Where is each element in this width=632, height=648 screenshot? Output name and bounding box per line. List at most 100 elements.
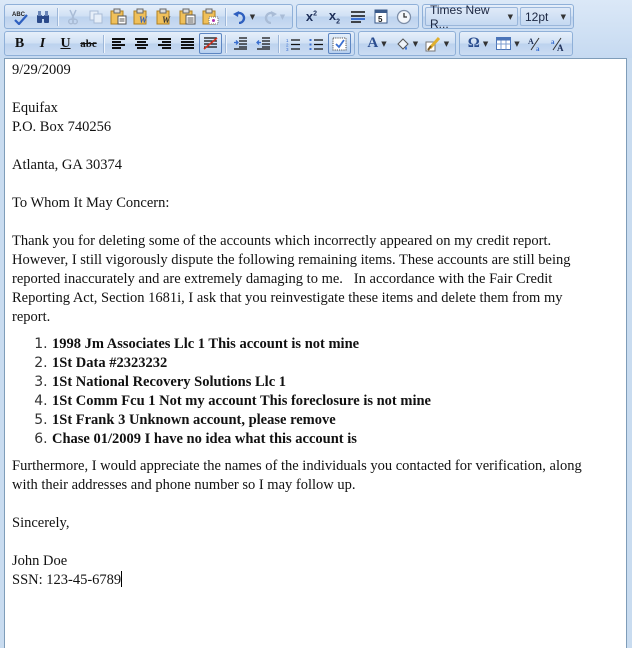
paragraph-styles-button[interactable] bbox=[328, 33, 351, 54]
text-direction-rtl-icon: aA bbox=[551, 37, 564, 52]
toolbar-row-1: ABC W W ▼ ▼ x2 x2 5 Times New R... ▼ 12p… bbox=[4, 3, 574, 31]
list-item: 1St Comm Fcu 1 Not my account This forec… bbox=[52, 392, 626, 411]
align-right-icon bbox=[158, 38, 171, 49]
cut-button[interactable] bbox=[61, 6, 84, 27]
recipient-address: P.O. Box 740256 bbox=[12, 119, 112, 135]
separator bbox=[103, 34, 104, 53]
spellcheck-button[interactable]: ABC bbox=[8, 6, 31, 27]
copy-button[interactable] bbox=[84, 6, 107, 27]
redo-button[interactable]: ▼ bbox=[259, 6, 289, 27]
font-group: Times New R... ▼ 12pt ▼ bbox=[422, 3, 574, 31]
body-paragraph-2: Furthermore, I would appreciate the name… bbox=[12, 458, 582, 493]
disputed-items-list: 1998 Jm Associates Llc 1 This account is… bbox=[12, 335, 626, 449]
signature-name: John Doe bbox=[12, 553, 68, 569]
paste-from-word-button[interactable]: W bbox=[130, 6, 153, 27]
align-right-button[interactable] bbox=[153, 33, 176, 54]
horizontal-rule-button[interactable] bbox=[346, 6, 369, 27]
special-characters-button[interactable]: Ω ▼ bbox=[463, 33, 493, 54]
numbered-list-button[interactable]: 123 bbox=[282, 33, 305, 54]
chevron-down-icon: ▼ bbox=[279, 12, 286, 21]
undo-icon bbox=[232, 10, 245, 24]
subscript-button[interactable]: x2 bbox=[323, 6, 346, 27]
align-left-button[interactable] bbox=[107, 33, 130, 54]
subscript-icon: x2 bbox=[328, 7, 341, 26]
separator bbox=[225, 34, 226, 53]
align-center-icon bbox=[135, 38, 148, 49]
svg-text:3: 3 bbox=[286, 47, 289, 51]
paste-html-icon: W bbox=[156, 8, 171, 25]
font-size-select[interactable]: 12pt ▼ bbox=[520, 7, 571, 26]
list-item: 1St Data #2323232 bbox=[52, 354, 626, 373]
underline-button[interactable]: U bbox=[54, 33, 77, 54]
svg-text:5: 5 bbox=[378, 15, 383, 24]
document-editor[interactable]: 9/29/2009 Equifax P.O. Box 740256 Atlant… bbox=[4, 58, 627, 648]
paste-button[interactable] bbox=[107, 6, 130, 27]
text-direction-ltr-icon: Aa bbox=[528, 37, 540, 52]
font-name-value: Times New R... bbox=[430, 2, 490, 31]
align-none-button[interactable] bbox=[199, 33, 222, 54]
insert-table-button[interactable]: ▼ bbox=[493, 33, 523, 54]
paste-word-icon: W bbox=[133, 8, 148, 25]
outdent-button[interactable] bbox=[252, 33, 275, 54]
format-block-icon bbox=[332, 37, 347, 50]
closing: Sincerely, bbox=[12, 515, 70, 531]
list-item: 1St National Recovery Solutions Llc 1 bbox=[52, 373, 626, 392]
indent-button[interactable] bbox=[229, 33, 252, 54]
text-cursor bbox=[121, 571, 123, 587]
undo-button[interactable]: ▼ bbox=[229, 6, 259, 27]
italic-button[interactable]: I bbox=[31, 33, 54, 54]
recipient-city-state-zip: Atlanta, GA 30374 bbox=[12, 157, 122, 173]
paste-icon bbox=[110, 8, 126, 25]
background-color-button[interactable]: ▼ bbox=[392, 33, 422, 54]
outdent-icon bbox=[256, 37, 270, 50]
paste-as-html-button[interactable]: W bbox=[153, 6, 176, 27]
svg-text:a: a bbox=[551, 38, 555, 46]
separator bbox=[225, 7, 226, 26]
insert-date-button[interactable]: 5 bbox=[369, 6, 392, 27]
copy-icon bbox=[89, 10, 102, 23]
bold-button[interactable]: B bbox=[8, 33, 31, 54]
separator bbox=[57, 7, 58, 26]
svg-text:A: A bbox=[557, 43, 564, 52]
insert-group: x2 x2 5 bbox=[296, 4, 419, 29]
underline-icon: U bbox=[60, 35, 71, 51]
calendar-icon: 5 bbox=[374, 9, 387, 24]
insert-time-button[interactable] bbox=[392, 6, 415, 27]
indent-icon bbox=[234, 37, 247, 50]
formatting-group: B I U abc 1 2 3 bbox=[4, 31, 355, 56]
list-item: Chase 01/2009 I have no idea what this a… bbox=[52, 430, 626, 449]
clear-format-button[interactable]: ▼ bbox=[422, 33, 452, 54]
bulleted-list-button[interactable] bbox=[305, 33, 328, 54]
paint-bucket-icon bbox=[397, 37, 409, 50]
paste-plain-text-button[interactable] bbox=[176, 6, 199, 27]
strikethrough-button[interactable]: abc bbox=[77, 33, 100, 54]
font-color-button[interactable]: A ▼ bbox=[362, 33, 392, 54]
svg-text:W: W bbox=[162, 15, 171, 25]
find-button[interactable] bbox=[31, 6, 54, 27]
ssn-line: SSN: 123-45-6789 bbox=[12, 571, 626, 590]
insert-objects-group: Ω ▼ ▼ Aa aA bbox=[459, 31, 573, 56]
editor-toolbar: ABC W W ▼ ▼ x2 x2 5 Times New R... ▼ 12p… bbox=[0, 0, 632, 58]
chevron-down-icon: ▼ bbox=[560, 12, 566, 21]
chevron-down-icon: ▼ bbox=[507, 12, 513, 21]
paste-text-icon bbox=[179, 8, 195, 25]
chevron-down-icon: ▼ bbox=[482, 39, 489, 48]
font-name-select[interactable]: Times New R... ▼ bbox=[425, 3, 518, 31]
convert-lowercase-button[interactable]: Aa bbox=[523, 33, 546, 54]
font-size-value: 12pt bbox=[525, 9, 549, 24]
svg-text:ABC: ABC bbox=[12, 12, 26, 18]
superscript-button[interactable]: x2 bbox=[300, 6, 323, 27]
paste-special-button[interactable] bbox=[199, 6, 222, 27]
salutation: To Whom It May Concern: bbox=[12, 195, 170, 211]
convert-uppercase-button[interactable]: aA bbox=[546, 33, 569, 54]
clock-icon bbox=[396, 9, 411, 24]
superscript-icon: x2 bbox=[305, 9, 318, 24]
list-item: 1998 Jm Associates Llc 1 This account is… bbox=[52, 335, 626, 354]
align-center-button[interactable] bbox=[130, 33, 153, 54]
chevron-down-icon: ▼ bbox=[412, 39, 419, 48]
numbered-list-icon: 123 bbox=[286, 38, 300, 51]
bulleted-list-icon bbox=[309, 38, 323, 50]
list-item: 1St Frank 3 Unknown account, please remo… bbox=[52, 411, 626, 430]
align-justify-button[interactable] bbox=[176, 33, 199, 54]
body-paragraph-1: Thank you for deleting some of the accou… bbox=[12, 233, 575, 325]
